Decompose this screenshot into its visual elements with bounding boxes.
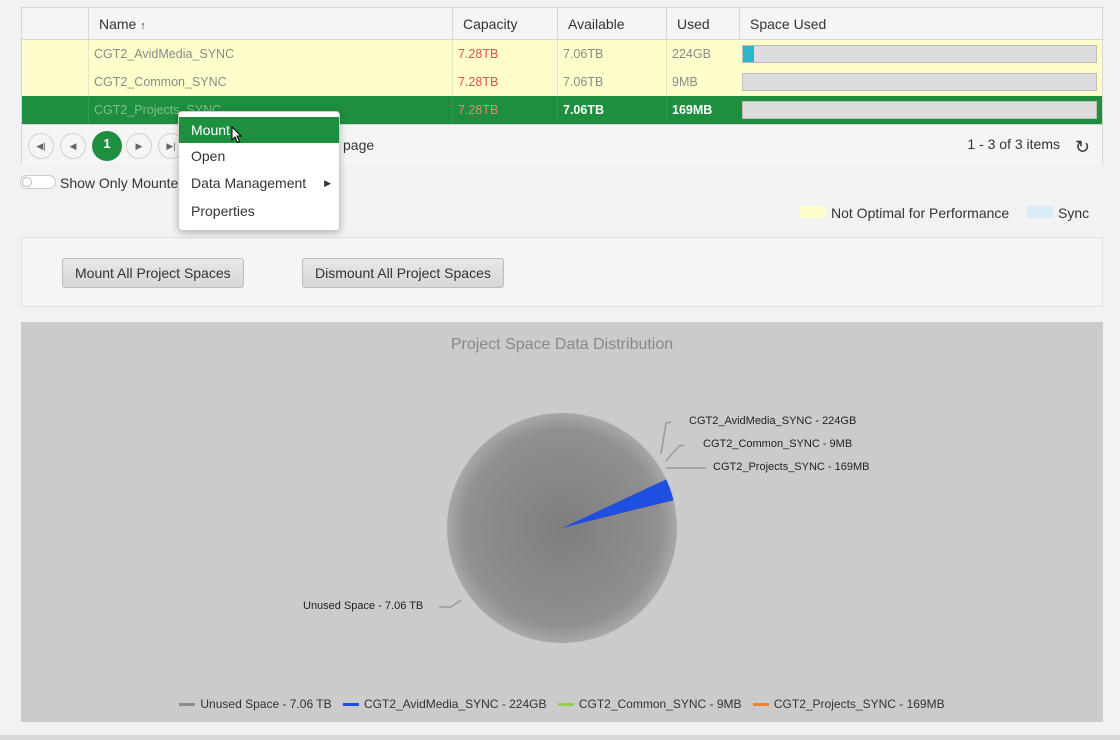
row-select-cell[interactable] bbox=[22, 68, 88, 96]
grid-header: Name ↑ Capacity Available Used Space Use… bbox=[22, 8, 1102, 40]
refresh-icon[interactable]: ↻ bbox=[1075, 137, 1090, 158]
sync-swatch bbox=[1027, 206, 1053, 218]
table-row[interactable]: CGT2_Common_SYNC 7.28TB 7.06TB 9MB bbox=[22, 68, 1102, 96]
legend-item-common[interactable]: CGT2_Common_SYNC - 9MB bbox=[557, 697, 742, 711]
legend-label: CGT2_AvidMedia_SYNC - 224GB bbox=[363, 697, 547, 711]
actions-panel: Mount All Project Spaces Dismount All Pr… bbox=[21, 237, 1103, 307]
legend-item-avid[interactable]: CGT2_AvidMedia_SYNC - 224GB bbox=[342, 697, 547, 711]
row-available: 7.06TB bbox=[557, 96, 666, 124]
context-menu: Mount Open Data Management ▶ Properties bbox=[178, 111, 340, 231]
header-available[interactable]: Available bbox=[557, 8, 666, 40]
menu-item-mount[interactable]: Mount bbox=[179, 117, 339, 143]
space-used-bar bbox=[742, 101, 1097, 119]
row-select-cell[interactable] bbox=[22, 96, 88, 124]
sort-arrow-icon: ↑ bbox=[140, 20, 146, 32]
sync-label: Sync bbox=[1058, 205, 1090, 221]
legend-label: CGT2_Projects_SYNC - 169MB bbox=[773, 697, 945, 711]
space-used-bar bbox=[742, 45, 1097, 63]
pie-label-avid: CGT2_AvidMedia_SYNC - 224GB bbox=[689, 415, 857, 427]
legend-item-projects[interactable]: CGT2_Projects_SYNC - 169MB bbox=[752, 697, 945, 711]
mount-all-button[interactable]: Mount All Project Spaces bbox=[62, 258, 244, 288]
mouse-cursor-icon bbox=[231, 126, 243, 144]
legend-line-unused bbox=[179, 703, 196, 707]
row-capacity: 7.28TB bbox=[452, 40, 557, 68]
header-capacity[interactable]: Capacity bbox=[452, 8, 557, 40]
bottom-strip bbox=[0, 735, 1120, 740]
header-used[interactable]: Used bbox=[666, 8, 739, 40]
row-used: 169MB bbox=[666, 96, 739, 124]
menu-item-properties[interactable]: Properties bbox=[179, 198, 339, 224]
row-capacity: 7.28TB bbox=[452, 68, 557, 96]
legend-label: CGT2_Common_SYNC - 9MB bbox=[578, 697, 742, 711]
distribution-chart: Project Space Data Distribution CGT2_Avi… bbox=[21, 322, 1103, 722]
menu-item-data-management[interactable]: Data Management ▶ bbox=[179, 170, 339, 196]
legend-item-unused[interactable]: Unused Space - 7.06 TB bbox=[179, 697, 332, 711]
row-available: 7.06TB bbox=[557, 68, 666, 96]
show-only-mounted-toggle[interactable] bbox=[20, 175, 56, 189]
current-page-button[interactable]: 1 bbox=[92, 131, 122, 161]
not-optimal-swatch bbox=[800, 206, 826, 218]
legend-line-projects bbox=[752, 703, 769, 707]
items-count: 1 - 3 of 3 items bbox=[967, 136, 1060, 152]
leader-line-common bbox=[665, 444, 685, 462]
not-optimal-label: Not Optimal for Performance bbox=[831, 205, 1010, 221]
legend-line-common bbox=[557, 703, 574, 707]
menu-item-open[interactable]: Open bbox=[179, 143, 339, 169]
show-only-mounted-label: Show Only Mounte bbox=[60, 175, 179, 191]
previous-page-icon[interactable]: ◀ bbox=[60, 133, 86, 159]
header-name-label: Name bbox=[99, 16, 137, 32]
page-size-label: page bbox=[343, 137, 375, 153]
row-capacity: 7.28TB bbox=[452, 96, 557, 124]
row-select-cell[interactable] bbox=[22, 40, 88, 68]
leader-line-avid bbox=[660, 421, 672, 455]
menu-item-label: Data Management bbox=[191, 175, 307, 191]
row-used: 224GB bbox=[666, 40, 739, 68]
pie-label-projects: CGT2_Projects_SYNC - 169MB bbox=[713, 461, 870, 473]
pie-chart-svg bbox=[439, 413, 706, 643]
submenu-arrow-icon: ▶ bbox=[324, 178, 331, 188]
header-space-used[interactable]: Space Used bbox=[739, 8, 1102, 40]
row-available: 7.06TB bbox=[557, 40, 666, 68]
row-used: 9MB bbox=[666, 68, 739, 96]
menu-item-label: Open bbox=[191, 148, 226, 164]
table-row[interactable]: CGT2_AvidMedia_SYNC 7.28TB 7.06TB 224GB bbox=[22, 40, 1102, 68]
space-used-bar bbox=[742, 73, 1097, 91]
pie-label-common: CGT2_Common_SYNC - 9MB bbox=[703, 438, 853, 450]
header-name[interactable]: Name ↑ bbox=[88, 8, 452, 40]
next-page-icon[interactable]: ▶ bbox=[126, 133, 152, 159]
space-used-fill bbox=[743, 46, 754, 62]
dismount-all-button[interactable]: Dismount All Project Spaces bbox=[302, 258, 504, 288]
leader-line-unused bbox=[439, 599, 462, 608]
first-page-icon[interactable]: ◀​| bbox=[28, 133, 54, 159]
legend-label: Unused Space - 7.06 TB bbox=[200, 697, 332, 711]
legend-line-avid bbox=[342, 703, 359, 707]
header-select bbox=[22, 8, 88, 40]
row-name: CGT2_Common_SYNC bbox=[88, 68, 452, 96]
chart-legend: Unused Space - 7.06 TB CGT2_AvidMedia_SY… bbox=[21, 697, 1103, 711]
menu-item-label: Properties bbox=[191, 203, 255, 219]
row-name: CGT2_AvidMedia_SYNC bbox=[88, 40, 452, 68]
pie-label-unused: Unused Space - 7.06 TB bbox=[303, 600, 424, 612]
menu-item-label: Mount bbox=[191, 122, 230, 138]
